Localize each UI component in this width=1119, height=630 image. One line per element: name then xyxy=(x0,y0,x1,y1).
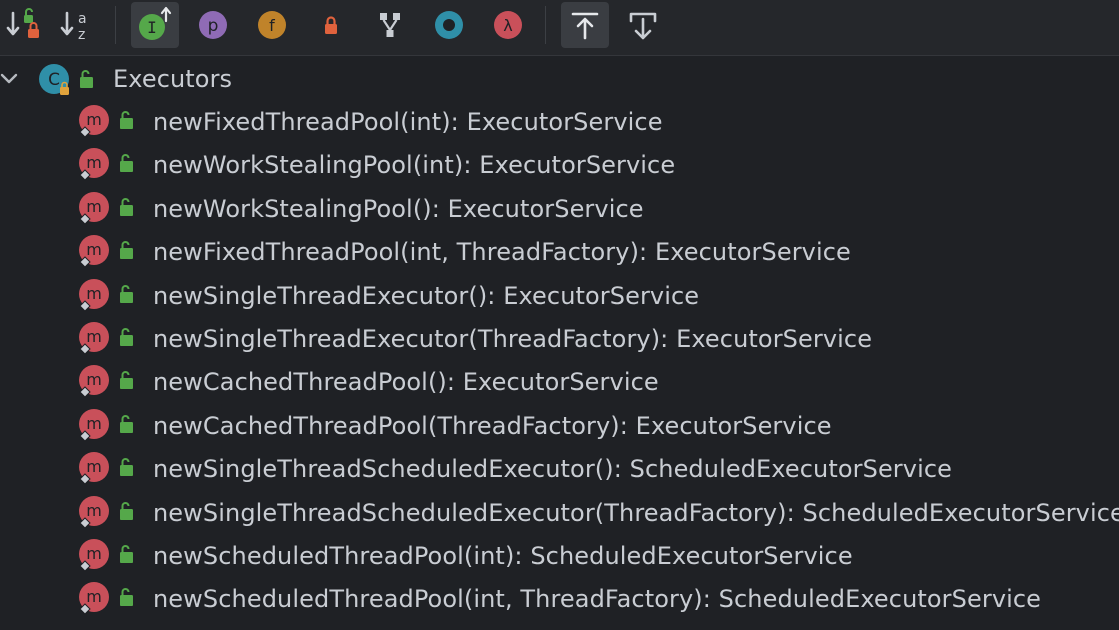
class-icon: C xyxy=(39,64,69,95)
tree-method-row[interactable]: m newSingleThreadExecutor(ThreadFactory):… xyxy=(0,319,1119,359)
tree-method-row[interactable]: m newSingleThreadScheduledExecutor(Thread… xyxy=(0,493,1119,533)
method-signature: newCachedThreadPool(ThreadFactory): Exec… xyxy=(153,411,832,440)
field-icon: f xyxy=(258,11,286,39)
public-lock-icon xyxy=(120,588,133,607)
lock-icon xyxy=(325,16,337,34)
svg-text:m: m xyxy=(86,544,102,563)
tree-root-label: Executors xyxy=(113,65,233,93)
method-icon: m xyxy=(79,539,109,572)
autoscroll-from-source-button[interactable] xyxy=(619,2,667,48)
method-icon: m xyxy=(79,408,109,442)
show-fields-button[interactable]: f xyxy=(248,2,296,48)
tree-method-row[interactable]: m newCachedThreadPool(): ExecutorService xyxy=(0,362,1119,402)
public-lock-icon xyxy=(80,70,93,88)
method-icon: m xyxy=(79,105,109,138)
svg-text:m: m xyxy=(86,414,102,433)
svg-text:f: f xyxy=(269,16,275,35)
public-lock-icon xyxy=(120,197,133,216)
anonymous-icon xyxy=(435,11,463,39)
svg-text:m: m xyxy=(86,284,102,303)
show-inherited-button[interactable]: I xyxy=(131,2,179,48)
structure-toolbar: a z I p f λ xyxy=(0,0,1119,56)
tree-method-row[interactable]: m newWorkStealingPool(int): ExecutorServi… xyxy=(0,145,1119,185)
autoscroll-to-source-button[interactable] xyxy=(561,2,609,48)
scroll-from-source-icon xyxy=(629,12,657,40)
svg-text:λ: λ xyxy=(503,16,512,35)
public-lock-icon xyxy=(120,241,133,260)
svg-text:C: C xyxy=(48,70,60,90)
method-signature: newWorkStealingPool(int): ExecutorServic… xyxy=(153,151,676,180)
method-icon: m xyxy=(79,582,109,616)
svg-text:p: p xyxy=(208,16,219,36)
method-signature: newScheduledThreadPool(int, ThreadFactor… xyxy=(153,585,1042,614)
tree-method-row[interactable]: m newScheduledThreadPool(int, ThreadFacto… xyxy=(0,579,1119,619)
tree-method-row[interactable]: m newFixedThreadPool(int): ExecutorServic… xyxy=(0,102,1119,142)
tree-method-row[interactable]: m newFixedThreadPool(int, ThreadFactory):… xyxy=(0,232,1119,272)
svg-text:m: m xyxy=(86,240,102,259)
inherited-icon: I xyxy=(139,6,172,40)
public-lock-icon xyxy=(120,458,133,477)
sort-alpha-icon: a z xyxy=(60,11,87,43)
svg-text:m: m xyxy=(86,197,102,216)
method-icon: m xyxy=(79,278,109,312)
tree-method-row[interactable]: m newSingleThreadExecutor(): ExecutorServ… xyxy=(0,276,1119,316)
group-by-button[interactable] xyxy=(366,2,414,48)
method-signature: newWorkStealingPool(): ExecutorService xyxy=(153,194,644,223)
svg-text:m: m xyxy=(86,501,102,520)
show-non-public-button[interactable] xyxy=(307,2,355,48)
public-lock-icon xyxy=(120,111,133,129)
method-signature: newSingleThreadScheduledExecutor(): Sche… xyxy=(153,455,953,484)
svg-text:I: I xyxy=(147,18,157,37)
svg-text:m: m xyxy=(86,327,102,346)
method-icon: m xyxy=(79,148,109,182)
structure-tree: C Executors m newFixedThreadPool(int): Ex… xyxy=(0,57,1119,630)
svg-text:z: z xyxy=(78,27,85,43)
scroll-to-source-icon xyxy=(571,12,599,40)
tree-root-row[interactable]: C Executors xyxy=(0,59,1119,99)
public-lock-icon xyxy=(120,154,133,173)
method-signature: newCachedThreadPool(): ExecutorService xyxy=(153,368,659,397)
sort-visibility-icon xyxy=(6,8,39,38)
method-icon: m xyxy=(79,495,109,529)
show-lambdas-button[interactable]: λ xyxy=(484,2,532,48)
toolbar-separator xyxy=(545,6,546,44)
svg-text:m: m xyxy=(86,110,102,129)
method-signature: newSingleThreadScheduledExecutor(ThreadF… xyxy=(153,498,1119,527)
svg-text:m: m xyxy=(86,153,102,172)
fork-icon xyxy=(380,13,400,37)
public-lock-icon xyxy=(120,371,133,390)
public-lock-icon xyxy=(120,328,133,346)
method-icon: m xyxy=(79,235,109,268)
method-icon: m xyxy=(79,191,109,225)
toolbar-separator xyxy=(115,6,116,44)
sort-by-visibility-button[interactable] xyxy=(0,2,48,48)
public-lock-icon xyxy=(120,414,133,433)
svg-text:a: a xyxy=(78,11,87,27)
method-signature: newFixedThreadPool(int, ThreadFactory): … xyxy=(153,238,851,267)
tree-method-row[interactable]: m newWorkStealingPool(): ExecutorService xyxy=(0,189,1119,229)
tree-method-row[interactable]: m newCachedThreadPool(ThreadFactory): Exe… xyxy=(0,406,1119,446)
property-icon: p xyxy=(199,11,227,39)
public-lock-icon xyxy=(120,501,133,520)
method-signature: newFixedThreadPool(int): ExecutorService xyxy=(153,108,663,136)
method-signature: newSingleThreadExecutor(): ExecutorServi… xyxy=(153,281,700,310)
svg-text:m: m xyxy=(86,457,102,476)
svg-text:m: m xyxy=(86,370,102,389)
method-signature: newScheduledThreadPool(int): ScheduledEx… xyxy=(153,542,853,570)
show-properties-button[interactable]: p xyxy=(189,2,237,48)
public-lock-icon xyxy=(120,284,133,303)
show-anonymous-button[interactable] xyxy=(425,2,473,48)
method-signature: newSingleThreadExecutor(ThreadFactory): … xyxy=(153,325,873,353)
method-icon: m xyxy=(79,452,109,485)
method-icon: m xyxy=(79,322,109,355)
svg-text:m: m xyxy=(86,587,102,606)
method-icon: m xyxy=(79,365,109,399)
chevron-down-icon[interactable] xyxy=(0,69,20,89)
tree-method-row[interactable]: m newScheduledThreadPool(int): ScheduledE… xyxy=(0,536,1119,576)
lambda-icon: λ xyxy=(494,11,522,39)
public-lock-icon xyxy=(120,545,133,563)
tree-method-row[interactable]: m newSingleThreadScheduledExecutor(): Sch… xyxy=(0,449,1119,489)
sort-alphabetically-button[interactable]: a z xyxy=(54,2,102,48)
